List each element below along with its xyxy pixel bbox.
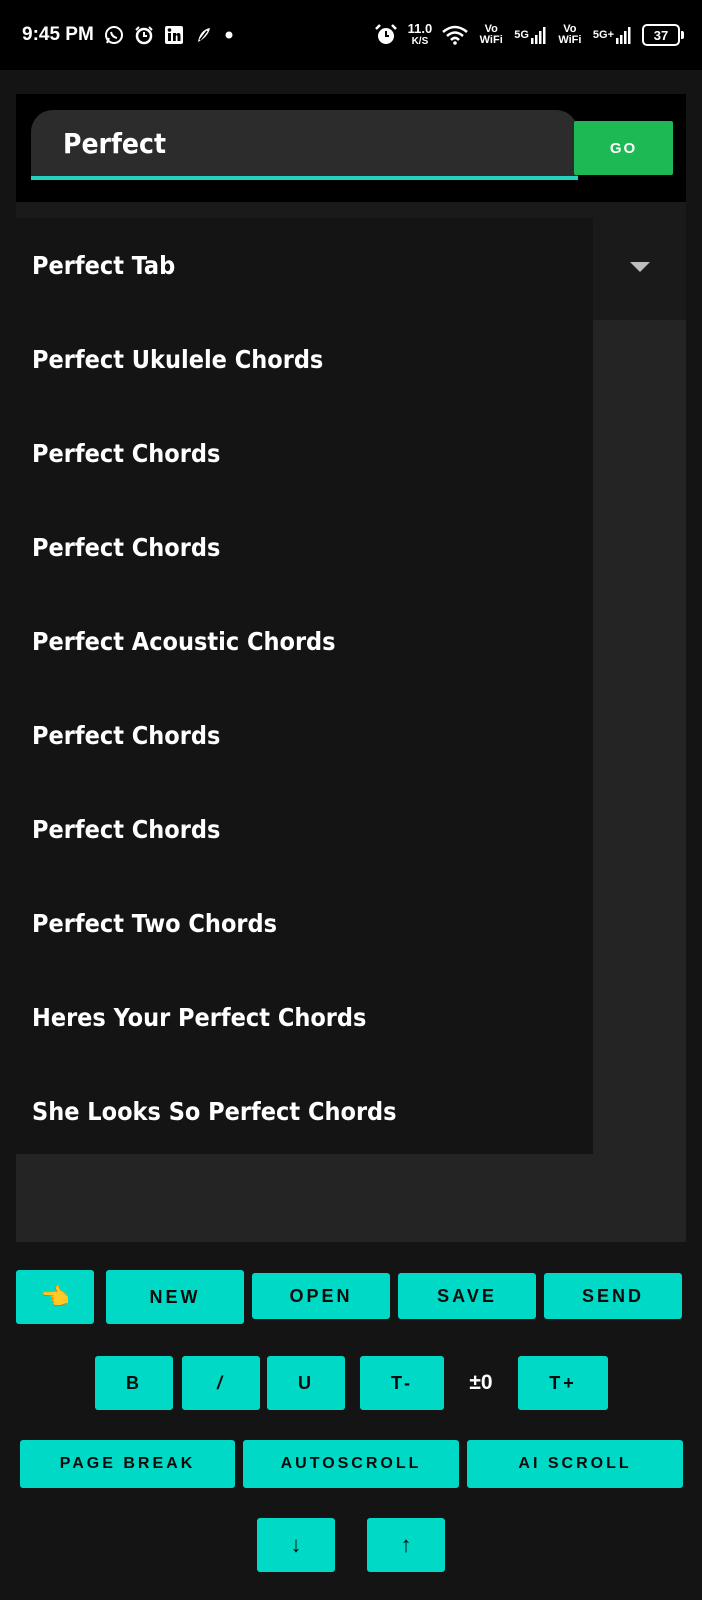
status-bar-right: 11.0 K/S Vo WiFi 5G Vo WiFi 5G+ 37 [374, 21, 684, 47]
suggestion-list: Perfect Tab Perfect Ukulele Chords Perfe… [16, 218, 593, 1154]
transpose-value: ±0 [469, 1371, 493, 1394]
italic-button[interactable]: / [182, 1356, 260, 1410]
suggestion-item[interactable]: Perfect Tab [16, 218, 593, 312]
net-speed: 11.0 K/S [407, 21, 433, 47]
ai-scroll-button[interactable]: AI SCROLL [467, 1440, 683, 1488]
search-panel: GO [16, 94, 686, 202]
vo-wifi-label-2: Vo WiFi [558, 23, 582, 46]
signal-icon [530, 26, 547, 44]
vo-wifi-label-1: Vo WiFi [479, 23, 503, 46]
send-button[interactable]: SEND [544, 1273, 682, 1319]
suggestion-item[interactable]: Perfect Acoustic Chords [16, 594, 593, 688]
underline-button[interactable]: U [267, 1356, 345, 1410]
transpose-up-button[interactable]: T+ [518, 1356, 608, 1410]
notification-dot-icon [224, 30, 234, 40]
suggestion-item[interactable]: Perfect Two Chords [16, 876, 593, 970]
suggestion-item[interactable]: Perfect Ukulele Chords [16, 312, 593, 406]
transpose-down-button[interactable]: T- [360, 1356, 444, 1410]
wifi-icon [442, 25, 469, 45]
status-bar-left: 9:45 PM [22, 24, 244, 46]
scroll-up-button[interactable]: ↑ [367, 1518, 445, 1572]
status-time: 9:45 PM [22, 24, 94, 45]
suggestion-item[interactable]: Perfect Chords [16, 406, 593, 500]
suggestion-item[interactable]: Perfect Chords [16, 688, 593, 782]
suggestion-item[interactable]: Perfect Chords [16, 782, 593, 876]
open-button[interactable]: OPEN [252, 1273, 390, 1319]
net-speed-unit: K/S [411, 36, 429, 47]
page-break-button[interactable]: PAGE BREAK [20, 1440, 235, 1488]
search-input[interactable] [31, 110, 578, 180]
scroll-down-button[interactable]: ↓ [257, 1518, 335, 1572]
app-icon [194, 25, 214, 45]
dropdown-arrow-icon[interactable] [630, 262, 650, 272]
linkedin-icon [164, 25, 184, 45]
go-button[interactable]: GO [574, 121, 673, 175]
net-speed-value: 11.0 [407, 21, 433, 36]
suggestion-item[interactable]: Perfect Chords [16, 500, 593, 594]
signal-label-1: 5G [514, 28, 529, 41]
signal-icon-2 [616, 26, 632, 44]
signal-label-2: 5G+ [592, 28, 614, 41]
new-button[interactable]: NEW [106, 1270, 244, 1324]
suggestion-item[interactable]: Heres Your Perfect Chords [16, 970, 593, 1064]
pointer-button[interactable]: 👈 [16, 1270, 94, 1324]
autoscroll-button[interactable]: AUTOSCROLL [243, 1440, 459, 1488]
status-bar: 9:45 PM 11.0 K/S Vo WiFi 5G Vo WiFi 5G+ … [0, 0, 702, 70]
alarm-icon [134, 25, 154, 45]
suggestion-item[interactable]: She Looks So Perfect Chords [16, 1064, 593, 1158]
battery-icon: 37 [642, 24, 684, 46]
bold-button[interactable]: B [95, 1356, 173, 1410]
save-button[interactable]: SAVE [398, 1273, 536, 1319]
alarm-status-icon [374, 23, 398, 47]
whatsapp-icon [104, 25, 124, 45]
